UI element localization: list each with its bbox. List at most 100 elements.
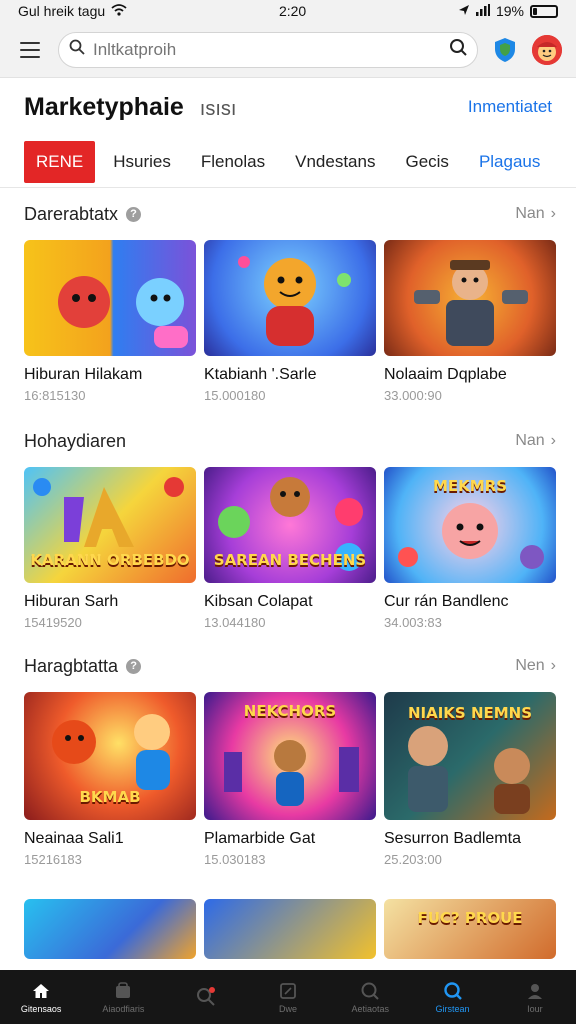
page-title: Marketyphaie [24,92,184,121]
menu-icon[interactable] [14,34,46,66]
app-count: 15.030183 [204,852,266,867]
app-count: 13.044180 [204,615,266,630]
nav-item[interactable]: Aiaodfiaris [87,981,159,1014]
info-icon[interactable]: ? [126,206,142,222]
app-count: 15216183 [24,852,82,867]
top-bar [0,22,576,78]
app-thumbnail [204,240,376,356]
nav-item[interactable]: Dwe [252,981,324,1014]
section-title: Haragbtatta? [24,656,142,677]
app-card[interactable]: MEKMRS Cur rán Bandlenc 34.003:83 [384,467,556,630]
app-count: 16:815130 [24,388,86,403]
profile-icon [524,981,546,1001]
nav-item[interactable]: Gitensaos [5,981,77,1014]
thumbnail-caption: KARANN ORBEBDO [30,551,190,569]
search-icon [69,39,85,60]
app-card[interactable]: Hiburan Hilakam 16:815130 [24,240,196,403]
app-thumbnail [204,899,376,959]
tab-hsuries[interactable]: Hsuries [101,141,183,183]
app-thumbnail: SAREAN BECHENS [204,467,376,583]
app-title: Sesurron Badlemta [384,830,521,847]
app-card[interactable]: KARANN ORBEBDO Hiburan Sarh 15419520 [24,467,196,630]
bottom-nav: Gitensaos Aiaodfiaris Dwe Aetiaotas Girs… [0,970,576,1024]
nav-item[interactable]: Girstean [417,981,489,1014]
app-title: Hiburan Sarh [24,593,119,610]
location-icon [458,3,470,19]
thumbnail-caption: SAREAN BECHENS [213,551,367,569]
see-more-link[interactable]: Nan › [515,205,556,223]
page-header: Marketyphaie ısısı Inmentiatet [0,78,576,136]
search-bar[interactable] [58,31,478,68]
app-card[interactable] [204,899,376,959]
thumbnail-caption: BKMAB [79,788,141,806]
carrier-label: Gul hreik tagu [18,3,106,19]
app-title: Cur rán Bandlenc [384,593,509,610]
discover-icon [442,981,464,1001]
app-card[interactable]: Ktabianh '.Sarle 15.000180 [204,240,376,403]
tab-flenolas[interactable]: Flenolas [189,141,277,183]
see-more-link[interactable]: Nan › [515,432,556,450]
nav-item[interactable]: Iour [499,981,571,1014]
thumbnail-caption: NIAIKS NEMNS [407,704,533,722]
thumbnail-caption: FUC? PROUE [417,909,523,927]
page-subtitle: ısısı [199,97,237,120]
chat-icon [359,981,381,1001]
app-thumbnail: FUC? PROUE [384,899,556,959]
chevron-right-icon: › [550,657,556,674]
home-icon [30,981,52,1001]
header-link[interactable]: Inmentiatet [468,97,552,117]
voice-search-icon[interactable] [449,38,467,61]
app-card[interactable]: NEKCHORS Plamarbide Gat 15.030183 [204,692,376,867]
app-thumbnail: NEKCHORS [204,692,376,820]
app-thumbnail: MEKMRS [384,467,556,583]
wifi-icon [111,3,127,19]
tab-gecis[interactable]: Gecis [393,141,460,183]
app-title: Plamarbide Gat [204,830,316,847]
app-title: Neainaa Sali1 [24,830,124,847]
app-title: Kibsan Colapat [204,593,313,610]
app-thumbnail [384,240,556,356]
status-bar: Gul hreik tagu 2:20 19% [0,0,576,22]
category-tabs: RENE Hsuries Flenolas Vndestans Gecis Pl… [0,136,576,188]
app-count: 34.003:83 [384,615,442,630]
section-1: Darerabtatx? Nan › Hiburan Hilakam 16:815… [0,188,576,403]
app-card[interactable]: FUC? PROUE [384,899,556,959]
section-3: Haragbtatta? Nen › BKMAB Neainaa Sali1 15… [0,640,576,867]
nav-item[interactable] [170,986,242,1009]
app-thumbnail: NIAIKS NEMNS [384,692,556,820]
app-card[interactable]: SAREAN BECHENS Kibsan Colapat 13.044180 [204,467,376,630]
app-card[interactable]: BKMAB Neainaa Sali1 15216183 [24,692,196,867]
nav-item[interactable]: Aetiaotas [334,981,406,1014]
app-thumbnail: BKMAB [24,692,196,820]
thumbnail-caption: NEKCHORS [243,702,337,720]
section-2: Hohaydiaren Nan › KARANN ORBEBDO Hiburan … [0,415,576,630]
chevron-right-icon: › [550,432,556,449]
tab-plagaus[interactable]: Plagaus [467,141,552,183]
battery-icon [529,4,558,18]
app-card[interactable]: Nolaaim Dqplabe 33.000:90 [384,240,556,403]
tab-vndestans[interactable]: Vndestans [283,141,387,183]
app-thumbnail [24,899,196,959]
app-card[interactable] [24,899,196,959]
info-icon[interactable]: ? [126,658,142,674]
search-input[interactable] [93,39,441,60]
thumbnail-caption: MEKMRS [432,477,508,495]
section-4: FUC? PROUE [0,899,576,959]
app-count: 15.000180 [204,388,266,403]
user-avatar[interactable] [532,34,562,65]
app-card[interactable]: NIAIKS NEMNS Sesurron Badlemta 25.203:00 [384,692,556,867]
app-count: 25.203:00 [384,852,442,867]
shield-icon[interactable] [490,35,520,65]
section-title: Hohaydiaren [24,430,127,451]
tab-rene[interactable]: RENE [24,140,96,183]
app-title: Ktabianh '.Sarle [204,366,317,383]
app-title: Nolaaim Dqplabe [384,366,507,383]
battery-percent: 19% [495,3,524,19]
app-count: 15419520 [24,615,82,630]
app-thumbnail [24,240,196,356]
see-more-link[interactable]: Nen › [515,657,556,675]
app-title: Hiburan Hilakam [24,366,143,383]
signal-icon [475,3,490,19]
chevron-right-icon: › [550,205,556,222]
app-count: 33.000:90 [384,388,442,403]
